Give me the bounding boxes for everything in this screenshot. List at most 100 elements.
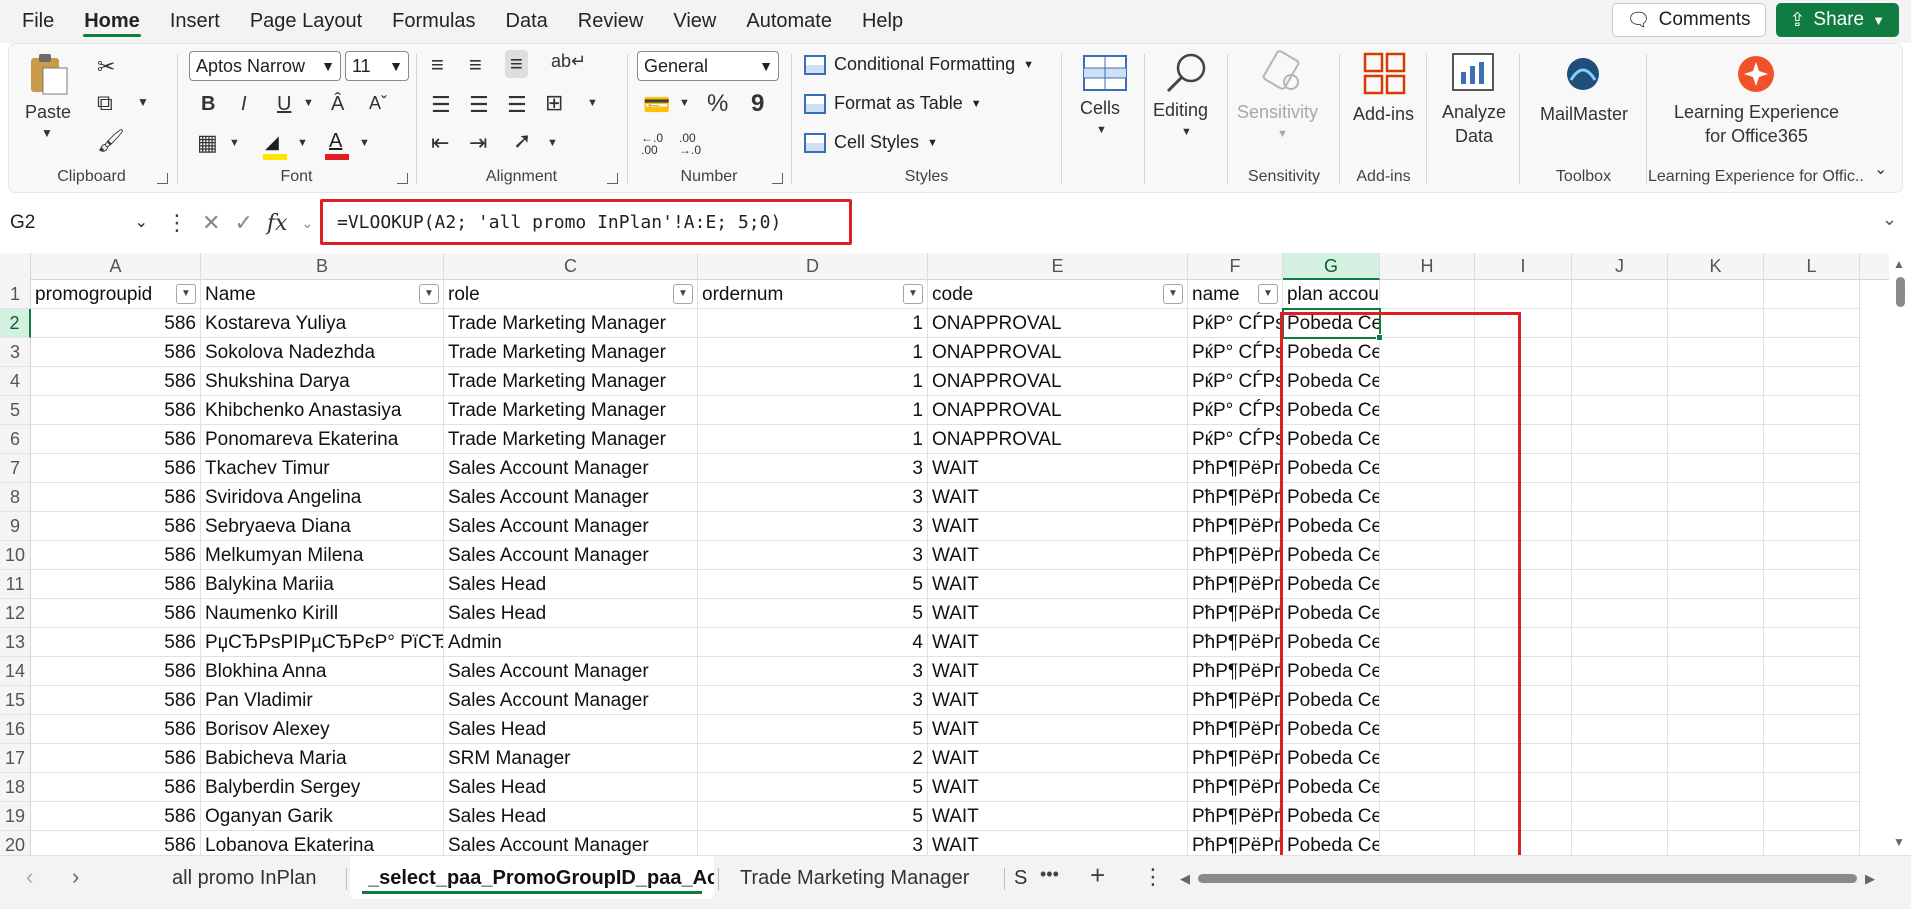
align-right-icon[interactable]: ☰	[507, 94, 527, 116]
cell-b18[interactable]: Balyberdin Sergey	[201, 773, 444, 802]
align-bottom-icon[interactable]: ≡	[505, 50, 528, 78]
cell-c13[interactable]: Admin	[444, 628, 698, 657]
cell-c14[interactable]: Sales Account Manager	[444, 657, 698, 686]
cell-b14[interactable]: Blokhina Anna	[201, 657, 444, 686]
empty-cell[interactable]	[1572, 338, 1668, 367]
empty-cell[interactable]	[1572, 831, 1668, 855]
collapse-ribbon-icon[interactable]: ⌄	[1874, 162, 1887, 178]
row-header[interactable]: 3	[0, 338, 31, 367]
cell-e8[interactable]: WAIT	[928, 483, 1188, 512]
vertical-scrollbar[interactable]: ▲ ▼	[1889, 253, 1911, 853]
menu-tab-formulas[interactable]: Formulas	[377, 0, 490, 43]
chevron-down-icon[interactable]: ▼	[137, 96, 149, 108]
sheet-tab-s[interactable]: S	[1006, 856, 1034, 900]
empty-cell[interactable]	[1572, 715, 1668, 744]
empty-cell[interactable]	[1764, 483, 1860, 512]
cells-button[interactable]: Cells ▼	[1074, 48, 1136, 158]
cell-a7[interactable]: 586	[31, 454, 201, 483]
merge-center-icon[interactable]: ⊞	[545, 92, 563, 114]
cell-e19[interactable]: WAIT	[928, 802, 1188, 831]
column-header-i[interactable]: I	[1475, 253, 1572, 280]
cell-c16[interactable]: Sales Head	[444, 715, 698, 744]
cell-a5[interactable]: 586	[31, 396, 201, 425]
empty-cell[interactable]	[1668, 367, 1764, 396]
empty-cell[interactable]	[1572, 425, 1668, 454]
empty-cell[interactable]	[1764, 802, 1860, 831]
cell-c19[interactable]: Sales Head	[444, 802, 698, 831]
chevron-down-icon[interactable]: ▼	[547, 138, 558, 149]
filter-dropdown-icon[interactable]: ▼	[1258, 284, 1278, 304]
empty-cell[interactable]	[1668, 280, 1764, 309]
add-sheet-icon[interactable]: +	[1090, 860, 1105, 891]
cell-b3[interactable]: Sokolova Nadezhda	[201, 338, 444, 367]
empty-cell[interactable]	[1764, 367, 1860, 396]
cell-c2[interactable]: Trade Marketing Manager	[444, 309, 698, 338]
next-sheet-icon[interactable]: ›	[72, 864, 79, 890]
row-header[interactable]: 12	[0, 599, 31, 628]
sensitivity-button[interactable]: Sensitivity ▼	[1233, 48, 1333, 158]
empty-cell[interactable]	[1764, 686, 1860, 715]
cell-a11[interactable]: 586	[31, 570, 201, 599]
cell-c8[interactable]: Sales Account Manager	[444, 483, 698, 512]
column-header-e[interactable]: E	[928, 253, 1188, 280]
font-color-icon[interactable]: A	[325, 130, 351, 160]
row-header[interactable]: 17	[0, 744, 31, 773]
chevron-down-icon[interactable]: ▼	[229, 138, 240, 149]
menu-tab-data[interactable]: Data	[491, 0, 563, 43]
empty-cell[interactable]	[1764, 396, 1860, 425]
analyze-data-button[interactable]: Analyze Data	[1433, 48, 1515, 168]
cell-f5[interactable]: РќР° СЃРѕ	[1188, 396, 1283, 425]
cell-f19[interactable]: РћР¶РёРґ	[1188, 802, 1283, 831]
cell-f6[interactable]: РќР° СЃРѕ	[1188, 425, 1283, 454]
comments-button[interactable]: 🗨 Comments	[1611, 3, 1766, 37]
column-header-d[interactable]: D	[698, 253, 928, 280]
empty-cell[interactable]	[1764, 773, 1860, 802]
cell-c10[interactable]: Sales Account Manager	[444, 541, 698, 570]
italic-button[interactable]: I	[241, 94, 247, 114]
cell-a10[interactable]: 586	[31, 541, 201, 570]
header-cell-c[interactable]: role	[444, 280, 698, 309]
cell-e16[interactable]: WAIT	[928, 715, 1188, 744]
cell-e3[interactable]: ONAPPROVAL	[928, 338, 1188, 367]
borders-icon[interactable]: ▦	[197, 132, 218, 154]
percent-style-button[interactable]: %	[707, 92, 728, 116]
empty-cell[interactable]	[1572, 628, 1668, 657]
empty-cell[interactable]	[1668, 773, 1764, 802]
chevron-down-icon[interactable]: ▼	[297, 138, 308, 149]
column-header-c[interactable]: C	[444, 253, 698, 280]
cell-b2[interactable]: Kostareva Yuliya	[201, 309, 444, 338]
menu-tab-insert[interactable]: Insert	[155, 0, 235, 43]
cell-a16[interactable]: 586	[31, 715, 201, 744]
cell-f12[interactable]: РћР¶РёРґ	[1188, 599, 1283, 628]
expand-formula-icon[interactable]: ⌄	[1882, 209, 1897, 230]
row-header[interactable]: 5	[0, 396, 31, 425]
decrease-indent-icon[interactable]: ⇤	[431, 132, 449, 154]
empty-cell[interactable]	[1668, 483, 1764, 512]
empty-cell[interactable]	[1668, 599, 1764, 628]
empty-cell[interactable]	[1668, 686, 1764, 715]
cell-d15[interactable]: 3	[698, 686, 928, 715]
align-middle-icon[interactable]: ≡	[469, 54, 482, 76]
cell-f13[interactable]: РћР¶РёРґ	[1188, 628, 1283, 657]
filter-dropdown-icon[interactable]: ▼	[903, 284, 923, 304]
row-header[interactable]: 7	[0, 454, 31, 483]
cell-a2[interactable]: 586	[31, 309, 201, 338]
empty-cell[interactable]	[1668, 425, 1764, 454]
filter-dropdown-icon[interactable]: ▼	[419, 284, 439, 304]
cell-d2[interactable]: 1	[698, 309, 928, 338]
empty-cell[interactable]	[1764, 744, 1860, 773]
column-header-h[interactable]: H	[1380, 253, 1475, 280]
empty-cell[interactable]	[1764, 570, 1860, 599]
underline-button[interactable]: U	[277, 94, 291, 114]
empty-cell[interactable]	[1572, 657, 1668, 686]
chevron-down-icon[interactable]: ▼	[679, 98, 690, 109]
filter-dropdown-icon[interactable]: ▼	[176, 284, 196, 304]
filter-dropdown-icon[interactable]: ▼	[673, 284, 693, 304]
decrease-font-size-icon[interactable]: Aˇ	[369, 94, 387, 112]
row-header[interactable]: 19	[0, 802, 31, 831]
row-header[interactable]: 1	[0, 280, 31, 309]
number-launcher-icon[interactable]	[772, 173, 783, 184]
cell-d8[interactable]: 3	[698, 483, 928, 512]
cell-f16[interactable]: РћР¶РёРґ	[1188, 715, 1283, 744]
cell-a13[interactable]: 586	[31, 628, 201, 657]
